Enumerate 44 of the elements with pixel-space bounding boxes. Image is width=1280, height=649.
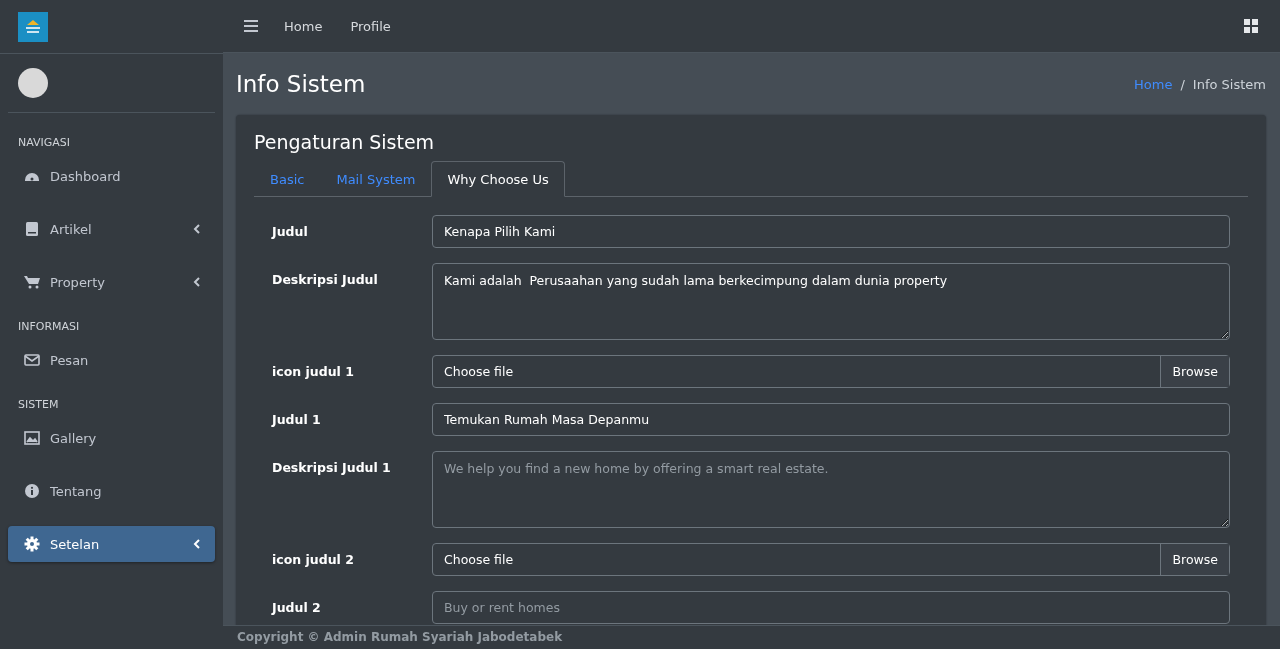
input-field[interactable]: Temukan Rumah Masa Depanmu bbox=[432, 403, 1230, 436]
card-title: Pengaturan Sistem bbox=[254, 131, 436, 153]
logo-icon[interactable] bbox=[18, 11, 48, 42]
textarea-field[interactable]: Kami adalah Perusaahan yang sudah lama berkecimpung dalam dunia property bbox=[432, 263, 1230, 340]
sidebar-item[interactable]: Gallery bbox=[8, 420, 215, 456]
nav-link[interactable]: Home bbox=[284, 18, 323, 34]
file-input[interactable]: Choose file Browse bbox=[432, 355, 1230, 388]
field-label: Judul 2 bbox=[272, 599, 322, 615]
avatar[interactable] bbox=[18, 68, 48, 98]
tab[interactable]: Why Choose Us bbox=[431, 161, 565, 197]
sidebar-item[interactable]: Artikel bbox=[8, 211, 215, 247]
breadcrumb-current: Info Sistem bbox=[1192, 76, 1266, 92]
section-header: NAVIGASI bbox=[17, 135, 72, 151]
input-field[interactable]: Kenapa Pilih Kami bbox=[432, 215, 1230, 248]
field-label: Deskripsi Judul bbox=[272, 271, 379, 287]
cart-icon bbox=[24, 274, 40, 290]
info-icon bbox=[24, 483, 40, 499]
envelope-icon bbox=[24, 352, 40, 368]
file-input[interactable]: Choose file Browse bbox=[432, 543, 1230, 576]
sidebar-item[interactable]: Setelan bbox=[8, 526, 215, 562]
sidebar-item[interactable]: Tentang bbox=[8, 473, 215, 509]
sidebar-item[interactable]: Dashboard bbox=[8, 158, 215, 194]
tab[interactable]: Basic bbox=[254, 161, 321, 197]
page-title: Info Sistem bbox=[236, 71, 366, 97]
input-field[interactable]: Buy or rent homes bbox=[432, 591, 1230, 624]
book-icon bbox=[24, 221, 40, 237]
field-label: Judul 1 bbox=[272, 411, 322, 427]
field-label: Judul bbox=[272, 223, 309, 239]
sidebar-item[interactable]: Pesan bbox=[8, 342, 215, 378]
field-label: icon judul 1 bbox=[272, 363, 355, 379]
breadcrumb-separator: / bbox=[1180, 76, 1185, 92]
section-header: SISTEM bbox=[17, 397, 60, 413]
textarea-field[interactable]: We help you find a new home by offering a smart real estate. bbox=[432, 451, 1230, 528]
footer-text: Copyright © Admin Rumah Syariah Jabodetabek bbox=[223, 625, 1280, 649]
picture-icon bbox=[24, 430, 40, 446]
menu-icon[interactable] bbox=[244, 20, 258, 32]
sidebar-item[interactable]: Property bbox=[8, 264, 215, 300]
grid-icon[interactable] bbox=[1244, 19, 1258, 33]
field-label: Deskripsi Judul 1 bbox=[272, 459, 392, 475]
section-header: INFORMASI bbox=[17, 319, 81, 335]
field-label: icon judul 2 bbox=[272, 551, 355, 567]
nav-link[interactable]: Profile bbox=[350, 18, 391, 34]
tab[interactable]: Mail System bbox=[320, 161, 432, 197]
settings-icon bbox=[24, 536, 40, 552]
